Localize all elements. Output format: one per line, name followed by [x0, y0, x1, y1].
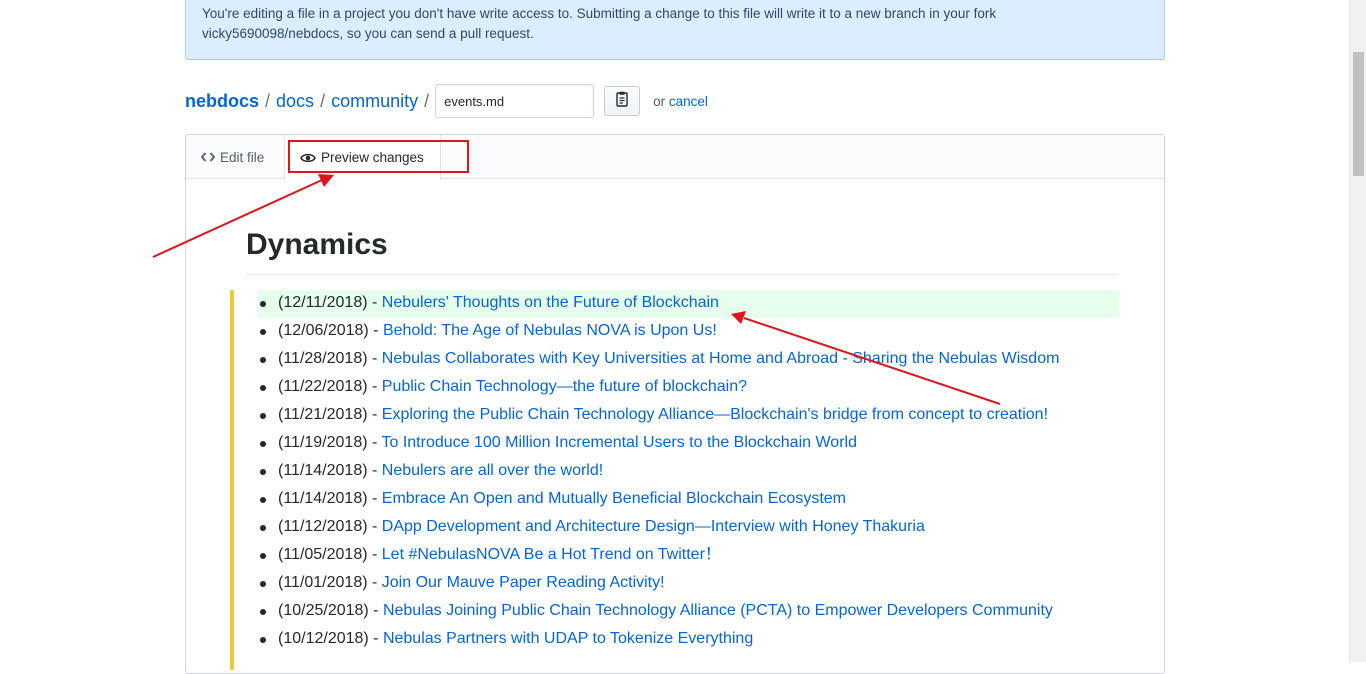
event-link[interactable]: Let #NebulasNOVA Be a Hot Trend on Twitt… — [382, 546, 721, 563]
event-date: (10/12/2018) - — [278, 630, 383, 647]
breadcrumb-separator: / — [265, 90, 271, 111]
copy-path-button[interactable] — [604, 86, 641, 116]
list-item: (11/05/2018) - Let #NebulasNOVA Be a Hot… — [258, 542, 1119, 570]
list-item: (12/06/2018) - Behold: The Age of Nebula… — [258, 318, 1119, 346]
breadcrumb-separator: / — [320, 90, 326, 111]
event-date: (11/21/2018) - — [278, 406, 382, 423]
event-link[interactable]: Public Chain Technology—the future of bl… — [382, 378, 747, 395]
annotation-highlight-box — [288, 140, 469, 173]
page-scrollbar[interactable] — [1349, 0, 1366, 662]
tab-edit-file-label: Edit file — [220, 149, 265, 165]
event-link[interactable]: Embrace An Open and Mutually Beneficial … — [382, 490, 846, 507]
preview-heading: Dynamics — [246, 226, 1118, 275]
fork-notice-line1: You're editing a file in a project you d… — [202, 6, 997, 21]
event-link[interactable]: Behold: The Age of Nebulas NOVA is Upon … — [383, 322, 717, 339]
or-cancel: or cancel — [653, 94, 708, 109]
event-date: (11/28/2018) - — [278, 350, 382, 367]
or-text: or — [653, 93, 666, 109]
tab-edit-file[interactable]: Edit file — [186, 135, 279, 179]
breadcrumb-community-link[interactable]: community — [331, 91, 418, 112]
fork-notice: You're editing a file in a project you d… — [185, 0, 1165, 60]
event-link[interactable]: Nebulas Collaborates with Key Universiti… — [382, 350, 1060, 367]
events-list: (12/11/2018) - Nebulers' Thoughts on the… — [258, 290, 1119, 654]
event-link[interactable]: To Introduce 100 Million Incremental Use… — [381, 434, 856, 451]
breadcrumb-separator: / — [424, 90, 430, 111]
list-item: (11/28/2018) - Nebulas Collaborates with… — [258, 346, 1119, 374]
list-item: (11/14/2018) - Embrace An Open and Mutua… — [258, 486, 1119, 514]
event-link[interactable]: Nebulas Partners with UDAP to Tokenize E… — [383, 630, 753, 647]
breadcrumb-docs-link[interactable]: docs — [276, 91, 314, 112]
event-link[interactable]: Nebulers' Thoughts on the Future of Bloc… — [382, 294, 719, 311]
fork-notice-line2: vicky5690098/nebdocs, so you can send a … — [202, 26, 534, 41]
event-date: (10/25/2018) - — [278, 602, 383, 619]
event-date: (11/12/2018) - — [278, 518, 382, 535]
clipboard-icon — [615, 91, 629, 112]
event-date: (12/11/2018) - — [278, 294, 382, 311]
list-item: (11/19/2018) - To Introduce 100 Million … — [258, 430, 1119, 458]
list-item: (10/12/2018) - Nebulas Partners with UDA… — [258, 626, 1119, 654]
code-icon — [201, 151, 215, 163]
event-date: (11/22/2018) - — [278, 378, 382, 395]
list-item: (10/25/2018) - Nebulas Joining Public Ch… — [258, 598, 1119, 626]
event-date: (11/14/2018) - — [278, 462, 382, 479]
list-item: (11/01/2018) - Join Our Mauve Paper Read… — [258, 570, 1119, 598]
breadcrumb: nebdocs / docs / community / or cancel — [185, 84, 708, 118]
list-item: (11/12/2018) - DApp Development and Arch… — [258, 514, 1119, 542]
event-link[interactable]: Join Our Mauve Paper Reading Activity! — [382, 574, 665, 591]
changed-block-marker — [230, 290, 234, 670]
event-link[interactable]: Nebulers are all over the world! — [382, 462, 603, 479]
event-link[interactable]: Nebulas Joining Public Chain Technology … — [383, 602, 1053, 619]
event-date: (11/14/2018) - — [278, 490, 382, 507]
event-date: (11/05/2018) - — [278, 546, 382, 563]
event-link[interactable]: DApp Development and Architecture Design… — [382, 518, 925, 535]
event-date: (11/19/2018) - — [278, 434, 382, 451]
breadcrumb-repo-link[interactable]: nebdocs — [185, 91, 259, 112]
list-item: (12/11/2018) - Nebulers' Thoughts on the… — [258, 290, 1119, 318]
list-item: (11/22/2018) - Public Chain Technology—t… — [258, 374, 1119, 402]
list-item: (11/14/2018) - Nebulers are all over the… — [258, 458, 1119, 486]
event-link[interactable]: Exploring the Public Chain Technology Al… — [382, 406, 1048, 423]
list-item: (11/21/2018) - Exploring the Public Chai… — [258, 402, 1119, 430]
event-date: (12/06/2018) - — [278, 322, 383, 339]
event-date: (11/01/2018) - — [278, 574, 382, 591]
cancel-link[interactable]: cancel — [669, 94, 708, 109]
filename-input[interactable] — [435, 84, 595, 118]
scrollbar-thumb[interactable] — [1353, 52, 1364, 176]
